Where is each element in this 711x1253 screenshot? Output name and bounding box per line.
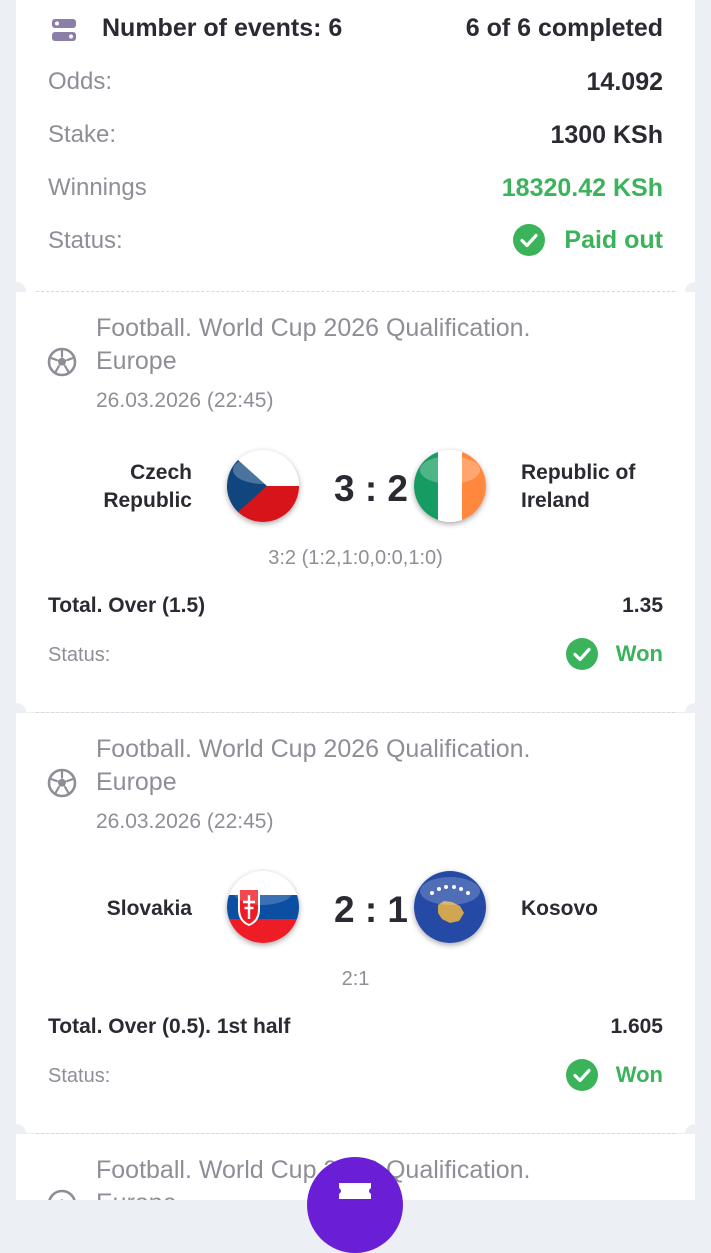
check-circle-icon	[565, 1059, 598, 1091]
flag-czech-republic	[227, 450, 299, 522]
bet-summary-card: Number of events: 6 6 of 6 completed Odd…	[16, 0, 695, 292]
match-score: 3 : 2	[333, 468, 409, 509]
home-team-name: Czech Republic	[103, 461, 192, 512]
flag-kosovo	[414, 871, 486, 943]
event-status-won: Won	[565, 638, 663, 670]
event-datetime: 26.03.2026 (22:45)	[96, 389, 274, 412]
score-detail: 3:2 (1:2,1:0,0:0,1:0)	[268, 547, 443, 569]
status-paid-out: Paid out	[513, 224, 663, 256]
event-status-won: Won	[565, 1059, 663, 1091]
events-count: Number of events: 6	[102, 14, 343, 42]
odds-value: 14.092	[586, 68, 663, 96]
ticket-icon	[337, 1179, 373, 1203]
winnings-value: 18320.42 KSh	[501, 174, 663, 202]
away-team-name: Republic of Ireland	[521, 461, 636, 512]
event-status-label: Status:	[48, 1065, 111, 1087]
football-icon	[47, 347, 77, 377]
status-label: Status:	[48, 227, 123, 254]
event-status-label: Status:	[48, 644, 111, 666]
check-circle-icon	[513, 224, 546, 256]
home-team-name: Slovakia	[106, 897, 192, 920]
stake-label: Stake:	[48, 121, 117, 148]
winnings-label: Winnings	[48, 174, 147, 201]
bet-slip-fab[interactable]	[307, 1157, 403, 1253]
check-circle-icon	[565, 638, 598, 670]
flag-slovakia	[227, 871, 299, 943]
events-icon	[50, 16, 78, 44]
event-datetime: 26.03.2026 (22:45)	[96, 810, 274, 833]
event-card: Football. World Cup 2026 Qualification. …	[16, 713, 695, 1133]
league-name: Football. World Cup 2026 Qualification. …	[96, 735, 531, 796]
stake-value: 1300 KSh	[550, 121, 663, 149]
football-icon	[47, 768, 77, 798]
bet-odds: 1.35	[622, 594, 663, 617]
odds-label: Odds:	[48, 68, 113, 95]
match-score: 2 : 1	[333, 889, 409, 930]
completed-count: 6 of 6 completed	[465, 14, 663, 42]
bet-odds: 1.605	[610, 1015, 663, 1038]
score-detail: 2:1	[341, 968, 370, 990]
bet-selection: Total. Over (1.5)	[48, 594, 206, 617]
event-card: Football. World Cup 2026 Qualification. …	[16, 292, 695, 712]
league-name: Football. World Cup 2026 Qualification. …	[96, 314, 531, 375]
away-team-name: Kosovo	[521, 897, 599, 920]
football-icon	[47, 1189, 77, 1200]
flag-ireland	[414, 450, 486, 522]
bet-selection: Total. Over (0.5). 1st half	[48, 1015, 291, 1038]
